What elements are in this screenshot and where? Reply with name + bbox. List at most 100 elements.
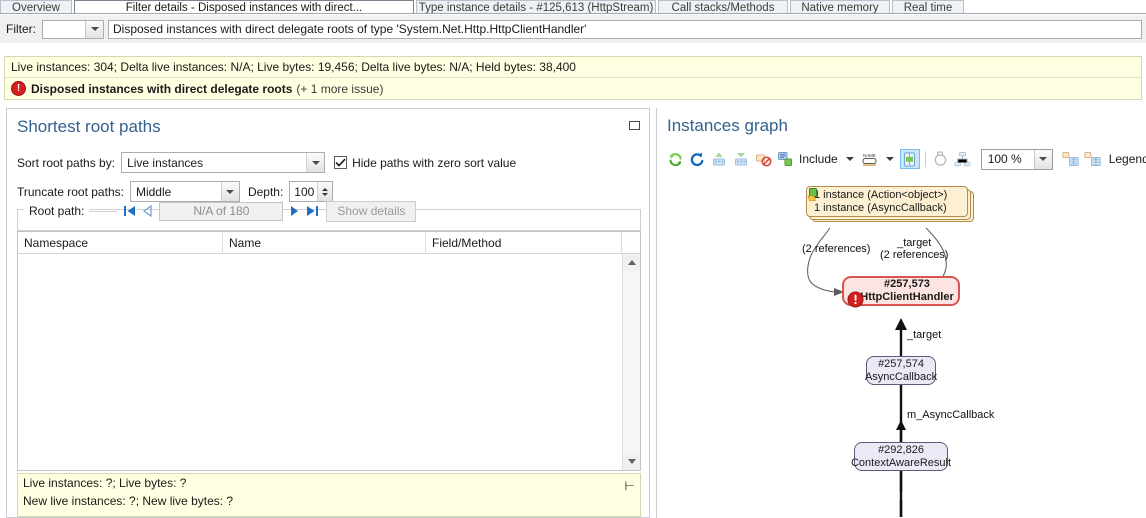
tab-label: Call stacks/Methods bbox=[671, 1, 775, 14]
edge-label-target-1: _target (2 references) bbox=[880, 237, 948, 261]
nav-last-icon[interactable] bbox=[303, 202, 321, 220]
tab-filter-details[interactable]: Filter details - Disposed instances with… bbox=[74, 0, 414, 14]
zoom-level-select[interactable]: 100 % bbox=[980, 148, 1053, 170]
root-path-nav: Root path: N/A of 180 Show details bbox=[18, 200, 417, 222]
sort-root-paths-label: Sort root paths by: bbox=[17, 155, 116, 170]
expand-up-icon[interactable] bbox=[709, 149, 729, 169]
reload-icon[interactable] bbox=[687, 149, 707, 169]
table-header-row: Namespace Name Field/Method bbox=[18, 232, 640, 254]
pin-icon[interactable]: ⊢ bbox=[625, 480, 635, 492]
graph-node-roots[interactable]: 1 instance (Action<object>) 1 instance (… bbox=[806, 186, 968, 217]
depth-label: Depth: bbox=[247, 184, 284, 199]
truncate-root-paths-select[interactable]: Middle bbox=[129, 181, 240, 202]
hide-zero-paths-checkbox[interactable]: Hide paths with zero sort value bbox=[334, 156, 516, 170]
root-path-group: Root path: N/A of 180 Show details bbox=[17, 200, 641, 231]
stepper-arrows-icon[interactable] bbox=[317, 182, 333, 201]
issue-title: Disposed instances with direct delegate … bbox=[31, 81, 293, 96]
split-pane-right-icon[interactable] bbox=[1083, 149, 1103, 169]
sort-root-paths-select[interactable]: Live instances bbox=[121, 152, 326, 173]
circular-layout-icon[interactable] bbox=[931, 149, 951, 169]
legend-label[interactable]: Legend bbox=[1109, 152, 1146, 166]
column-header-name[interactable]: Name bbox=[223, 232, 426, 253]
truncate-root-paths-value: Middle bbox=[135, 184, 172, 199]
edge-label-target-2: _target bbox=[907, 329, 942, 341]
edge-label-target-line1: _target bbox=[897, 237, 932, 249]
selection-status-box: Live instances: ?; Live bytes: ? New liv… bbox=[17, 473, 641, 517]
tab-strip: Overview Filter details - Disposed insta… bbox=[0, 0, 1146, 14]
table-body bbox=[18, 254, 640, 470]
node-contextawareresult-type: ContextAwareResult bbox=[850, 456, 952, 469]
column-header-spacer bbox=[622, 232, 640, 253]
tab-list: Overview Filter details - Disposed insta… bbox=[0, 0, 1146, 14]
root-path-label: Root path: bbox=[24, 204, 90, 218]
status-line-2: New live instances: ?; New live bytes: ? bbox=[23, 494, 234, 508]
node-httpclienthandler-id: #257,573 bbox=[884, 278, 930, 290]
depth-stepper[interactable]: 100 bbox=[289, 181, 334, 202]
split-pane-left-icon[interactable] bbox=[1061, 149, 1081, 169]
chevron-down-icon[interactable] bbox=[85, 20, 103, 38]
node-asynccallback-id: #257,574 bbox=[878, 357, 924, 370]
graph-node-asynccallback[interactable]: #257,574 AsyncCallback bbox=[864, 356, 938, 385]
filter-select[interactable] bbox=[42, 19, 104, 39]
issue-line[interactable]: ! Disposed instances with direct delegat… bbox=[5, 78, 1141, 99]
tab-overview[interactable]: Overview bbox=[0, 0, 72, 13]
instances-graph-toolbar: Include NAME 100 % Legend bbox=[665, 146, 1146, 172]
tab-type-instance-details[interactable]: Type instance details - #125,613 (HttpSt… bbox=[416, 0, 656, 14]
tab-label: Filter details - Disposed instances with… bbox=[125, 1, 363, 14]
node-roots-line1: 1 instance (Action<object>) bbox=[814, 188, 948, 201]
restore-window-icon[interactable] bbox=[629, 121, 640, 130]
refresh-icon[interactable] bbox=[665, 149, 685, 169]
filter-label: Filter: bbox=[6, 22, 36, 36]
tab-call-stacks-methods[interactable]: Call stacks/Methods bbox=[658, 0, 788, 14]
tab-label: Real time bbox=[903, 1, 953, 14]
filter-info-bar: Live instances: 304; Delta live instance… bbox=[4, 56, 1142, 100]
remove-node-icon[interactable] bbox=[753, 149, 773, 169]
tab-native-memory[interactable]: Native memory bbox=[790, 0, 890, 14]
nav-next-icon[interactable] bbox=[285, 202, 303, 220]
table-rows-area[interactable] bbox=[18, 254, 622, 470]
tab-real-time[interactable]: Real time bbox=[892, 0, 964, 14]
edge-label-references: (2 references) bbox=[802, 243, 871, 255]
column-header-namespace[interactable]: Namespace bbox=[18, 232, 223, 253]
application-window: Overview Filter details - Disposed insta… bbox=[0, 0, 1146, 518]
edge-label-m-asynccallback: m_AsyncCallback bbox=[907, 409, 995, 421]
nav-prev-icon[interactable] bbox=[139, 202, 157, 220]
checkbox-box[interactable] bbox=[334, 156, 348, 169]
chevron-down-icon[interactable] bbox=[306, 153, 325, 172]
node-asynccallback-type: AsyncCallback bbox=[864, 370, 938, 383]
graph-node-httpclienthandler[interactable]: #257,573 HttpClientHandler bbox=[842, 276, 960, 308]
filter-bar: Filter: Disposed instances with direct d… bbox=[0, 15, 1146, 43]
show-details-button[interactable]: Show details bbox=[326, 200, 417, 222]
instances-graph-title: Instances graph bbox=[667, 116, 788, 135]
chevron-down-icon[interactable] bbox=[220, 182, 239, 201]
tab-label: Native memory bbox=[801, 1, 879, 14]
tab-label: Type instance details - #125,613 (HttpSt… bbox=[418, 1, 654, 14]
truncate-root-paths-label: Truncate root paths: bbox=[17, 184, 124, 199]
expand-down-icon[interactable] bbox=[731, 149, 751, 169]
include-label[interactable]: Include bbox=[799, 152, 838, 166]
chevron-down-icon[interactable] bbox=[845, 157, 854, 161]
label-style-icon[interactable]: NAME bbox=[860, 149, 880, 169]
table-vertical-scrollbar[interactable] bbox=[622, 254, 640, 470]
edge-label-target-line2: (2 references) bbox=[880, 249, 949, 261]
nav-first-icon[interactable] bbox=[121, 202, 139, 220]
tree-layout-icon[interactable] bbox=[953, 149, 973, 169]
chevron-down-icon[interactable] bbox=[885, 157, 894, 161]
fit-to-page-icon[interactable] bbox=[899, 149, 920, 169]
toolbar-separator bbox=[924, 151, 926, 167]
instances-graph-canvas[interactable]: 1 instance (Action<object>) 1 instance (… bbox=[658, 180, 1146, 517]
node-httpclienthandler-type: HttpClientHandler bbox=[860, 291, 954, 303]
chevron-down-icon[interactable] bbox=[1033, 149, 1052, 169]
scroll-up-icon[interactable] bbox=[623, 254, 640, 271]
column-header-field-method[interactable]: Field/Method bbox=[426, 232, 622, 253]
error-icon: ! bbox=[11, 81, 26, 96]
node-contextawareresult-id: #292,826 bbox=[878, 443, 924, 456]
root-path-position[interactable]: N/A of 180 bbox=[159, 201, 284, 221]
filter-description[interactable]: Disposed instances with direct delegate … bbox=[108, 19, 1142, 39]
svg-text:NAME: NAME bbox=[863, 153, 876, 158]
graph-node-contextawareresult[interactable]: #292,826 ContextAwareResult bbox=[850, 442, 952, 471]
scroll-down-icon[interactable] bbox=[623, 453, 640, 470]
node-roots-line2: 1 instance (AsyncCallback) bbox=[814, 201, 947, 214]
include-nodes-icon[interactable] bbox=[775, 149, 795, 169]
zoom-level-value: 100 % bbox=[987, 152, 1022, 166]
